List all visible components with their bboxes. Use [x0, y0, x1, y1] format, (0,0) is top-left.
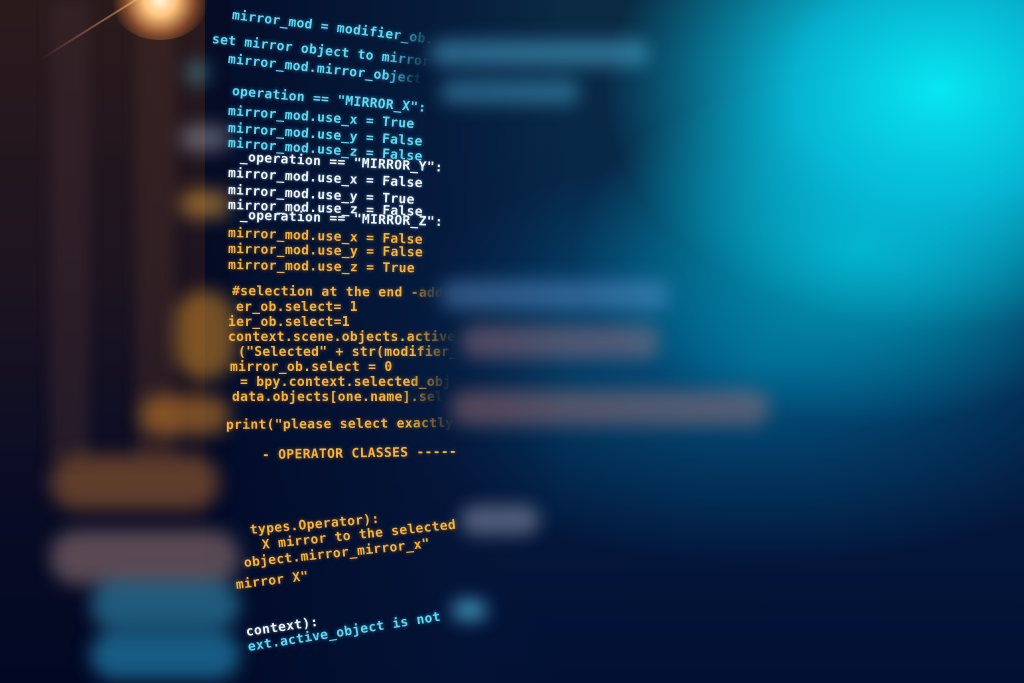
code-line: context.scene.objects.active [228, 330, 456, 345]
bokeh-streak [180, 190, 230, 218]
bokeh-streak [50, 530, 240, 585]
code-line: data.objects[one.name].sel [232, 390, 444, 405]
bokeh-streak [460, 505, 540, 535]
code-line: ("Selected" + str(modifier_ [238, 345, 458, 360]
bokeh-streak [430, 40, 650, 66]
bokeh-streak [175, 290, 235, 380]
bokeh-streak [450, 390, 770, 426]
bokeh-streak [440, 80, 580, 104]
code-line: #selection at the end -add [231, 284, 444, 301]
bokeh-streak [185, 60, 210, 85]
bokeh-streak [90, 630, 240, 680]
code-line: print("please select exactly [225, 416, 454, 433]
bokeh-streak [90, 580, 240, 630]
bokeh-streak [50, 455, 220, 510]
bokeh-streak [452, 600, 487, 620]
code-line: = bpy.context.selected_obj [240, 375, 452, 390]
bokeh-streak [180, 125, 230, 151]
bokeh-streak [460, 325, 660, 359]
bokeh-pillar [135, 0, 175, 460]
code-line: mirror_ob.select = 0 [230, 360, 393, 375]
bokeh-streak [440, 280, 670, 310]
code-line: ier_ob.select=1 [228, 315, 350, 330]
bokeh-streak [140, 395, 230, 435]
bokeh-pillar [50, 0, 90, 460]
code-line: er_ob.select= 1 [236, 300, 358, 315]
